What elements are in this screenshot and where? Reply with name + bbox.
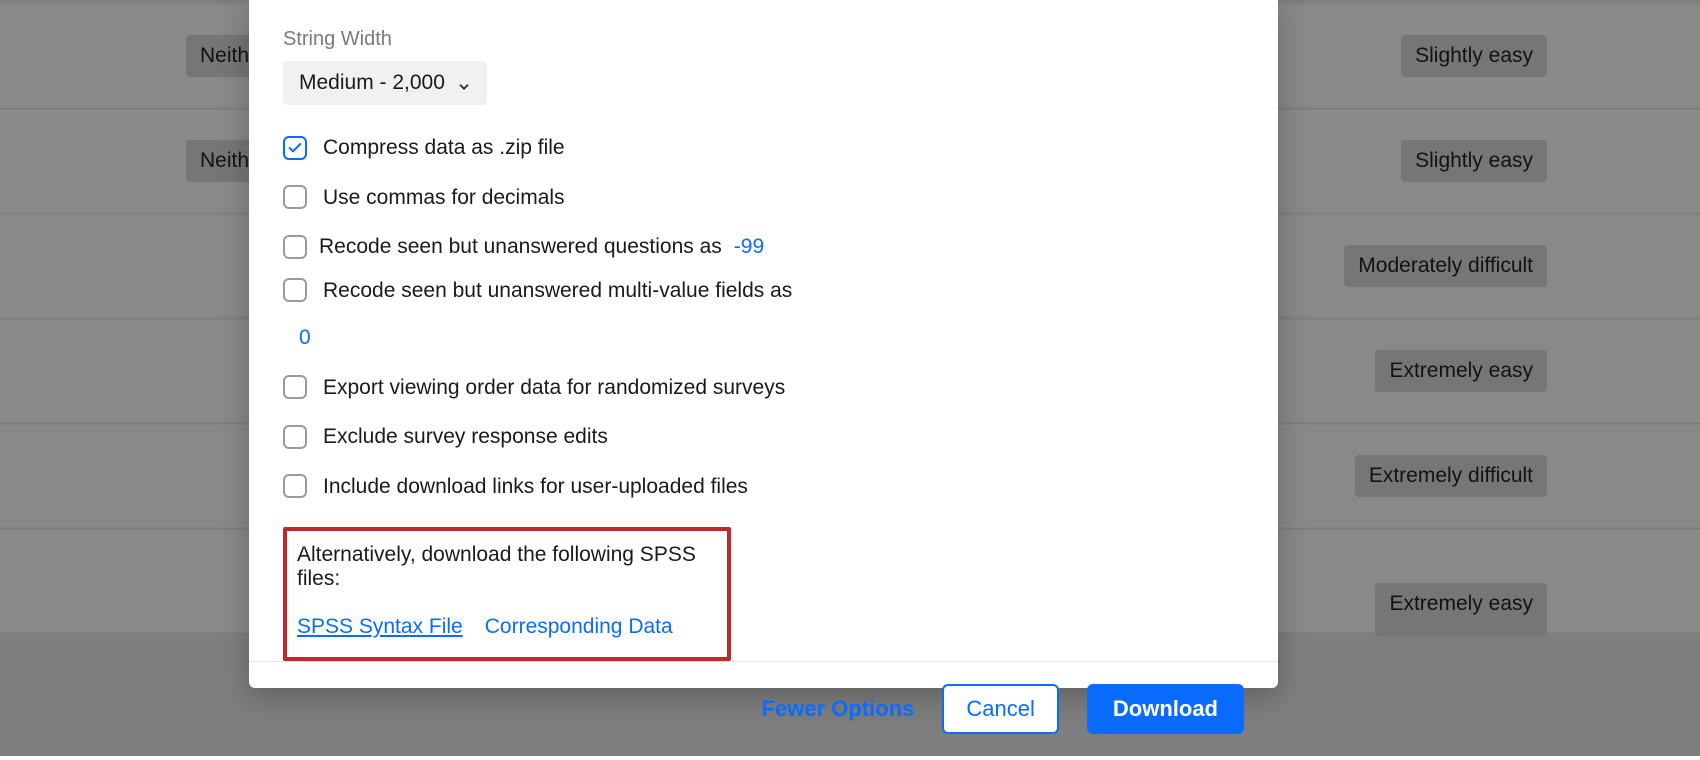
option-viewing-order[interactable]: Export viewing order data for randomized… [283, 363, 1244, 413]
recode-unanswered-value[interactable]: -99 [734, 231, 764, 263]
option-compress[interactable]: Compress data as .zip file [283, 123, 1244, 173]
recode-multivalue-value[interactable]: 0 [299, 322, 311, 354]
checkbox-download-links[interactable] [283, 474, 307, 498]
modal-footer: Fewer Options Cancel Download [249, 661, 1278, 760]
option-exclude-edits-label: Exclude survey response edits [323, 421, 608, 453]
checkbox-recode-unanswered[interactable] [283, 235, 307, 259]
options-list: Compress data as .zip file Use commas fo… [283, 123, 1244, 511]
fewer-options-button[interactable]: Fewer Options [762, 696, 915, 722]
recode-multivalue-value-row: 0 [283, 313, 1244, 363]
modal-body: String Width Medium - 2,000 Compress dat… [249, 0, 1278, 661]
option-recode-multivalue-label: Recode seen but unanswered multi-value f… [323, 275, 792, 307]
string-width-value: Medium - 2,000 [299, 71, 445, 95]
option-commas[interactable]: Use commas for decimals [283, 173, 1244, 223]
option-recode-unanswered[interactable]: Recode seen but unanswered questions as … [283, 222, 1244, 315]
spss-syntax-link[interactable]: SPSS Syntax File [297, 615, 463, 639]
chevron-down-icon [457, 76, 471, 90]
cancel-button[interactable]: Cancel [942, 684, 1058, 734]
string-width-select[interactable]: Medium - 2,000 [283, 61, 487, 105]
alternative-text: Alternatively, download the following SP… [297, 543, 717, 591]
corresponding-data-link[interactable]: Corresponding Data [485, 615, 673, 639]
checkbox-viewing-order[interactable] [283, 375, 307, 399]
string-width-label: String Width [283, 28, 1244, 51]
alternative-spss-highlight: Alternatively, download the following SP… [283, 527, 731, 661]
alternative-links: SPSS Syntax File Corresponding Data [297, 615, 717, 639]
option-recode-unanswered-label: Recode seen but unanswered questions as [319, 231, 722, 263]
option-commas-label: Use commas for decimals [323, 182, 565, 214]
download-modal: String Width Medium - 2,000 Compress dat… [249, 0, 1278, 688]
checkbox-commas[interactable] [283, 185, 307, 209]
option-recode-multivalue[interactable]: Recode seen but unanswered multi-value f… [283, 275, 792, 307]
option-exclude-edits[interactable]: Exclude survey response edits [283, 412, 1244, 462]
option-compress-label: Compress data as .zip file [323, 132, 565, 164]
option-download-links[interactable]: Include download links for user-uploaded… [283, 462, 1244, 512]
download-button[interactable]: Download [1087, 684, 1244, 734]
checkbox-exclude-edits[interactable] [283, 425, 307, 449]
checkbox-compress[interactable] [283, 136, 307, 160]
option-viewing-order-label: Export viewing order data for randomized… [323, 372, 785, 404]
option-download-links-label: Include download links for user-uploaded… [323, 471, 748, 503]
checkbox-recode-multivalue[interactable] [283, 278, 307, 302]
